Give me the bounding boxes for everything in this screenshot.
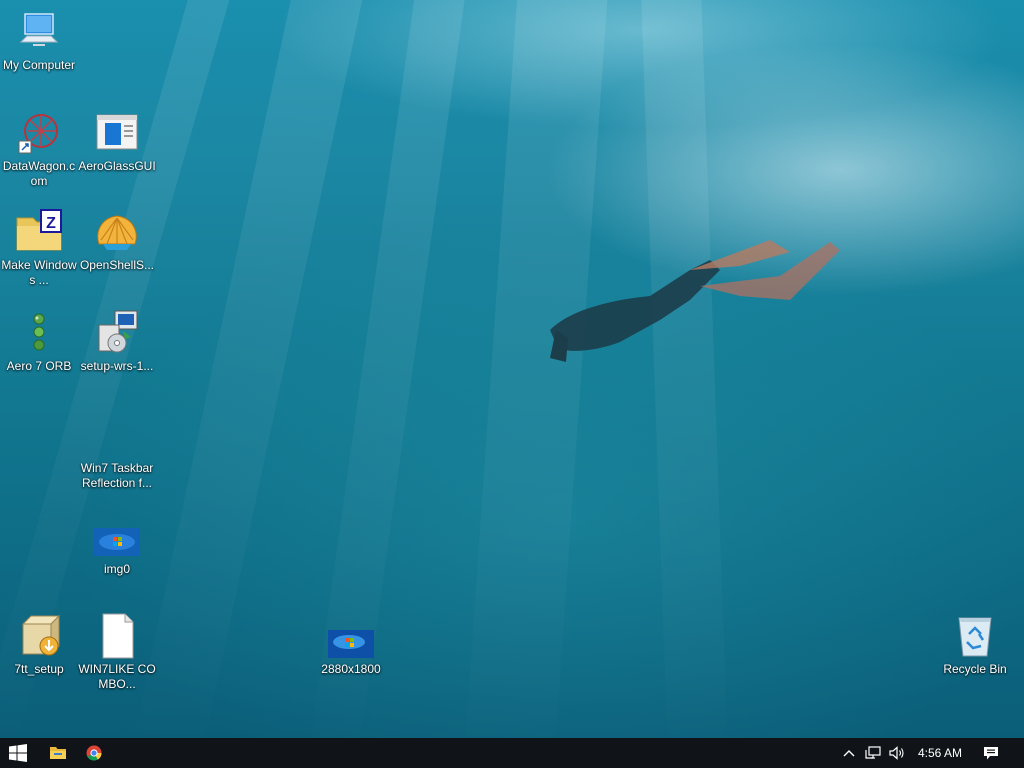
image-thumbnail-icon [327,612,375,660]
desktop-icon-aeroglassgui[interactable]: AeroGlassGUI [78,109,156,174]
document-file-icon [93,612,141,660]
desktop-icon-img0[interactable]: img0 [78,512,156,577]
icon-label: DataWagon.com [2,159,76,188]
start-button[interactable] [0,738,36,768]
taskbar-chrome[interactable] [76,738,112,768]
datawagon-logo-icon [15,109,63,157]
icon-label: 7tt_setup [14,662,64,676]
blank-file-icon [93,411,141,459]
zip-folder-icon: Z [15,208,63,256]
desktop-icon-recycle-bin[interactable]: Recycle Bin [936,612,1014,677]
orb-stack-icon [15,309,63,357]
desktop-icon-setup-wrs[interactable]: setup-wrs-1... [78,309,156,374]
desktop-icon-win7-taskbar[interactable]: Win7 Taskbar Reflection f... [78,411,156,491]
windows-logo-icon [9,744,27,762]
icon-label: Aero 7 ORB [6,359,72,373]
icon-label: My Computer [2,58,76,72]
chevron-up-icon [843,750,855,757]
seashell-icon [93,208,141,256]
icon-label: 2880x1800 [321,662,381,676]
desktop-wallpaper: My Computer DataWagon.com AeroGlassGUI Z… [0,0,1024,738]
tray-network-button[interactable] [862,738,884,768]
recycle-bin-icon [951,612,999,660]
icon-label: WIN7LIKE COMBO... [78,662,156,691]
icon-label: Make Windows ... [1,258,77,287]
network-icon [865,746,881,759]
image-thumbnail-icon [93,512,141,560]
desktop-icon-aero7orb[interactable]: Aero 7 ORB [0,309,78,374]
icon-label: Win7 Taskbar Reflection f... [80,461,154,490]
action-center-button[interactable] [976,738,1006,768]
setup-box-icon [15,612,63,660]
icon-label: OpenShellS... [79,258,155,272]
icon-label: setup-wrs-1... [80,359,154,373]
desktop-icon-openshell[interactable]: OpenShellS... [78,208,156,273]
notification-icon [984,746,998,759]
taskbar-file-explorer[interactable] [40,738,76,768]
icon-label: AeroGlassGUI [78,159,156,173]
taskbar: 4:56 AM [0,738,1024,768]
desktop-icon-my-computer[interactable]: My Computer [0,8,78,73]
icon-label: img0 [103,562,130,576]
folder-icon [50,747,66,759]
tray-volume-button[interactable] [886,738,908,768]
volume-icon [889,746,904,760]
desktop-icon-2880x1800[interactable]: 2880x1800 [312,612,390,677]
application-window-icon [93,109,141,157]
diver-image [550,240,840,362]
svg-text:Z: Z [46,215,56,232]
desktop-icon-make-windows[interactable]: Z Make Windows ... [0,208,78,288]
installer-icon [93,309,141,357]
desktop-icon-datawagon[interactable]: DataWagon.com [0,109,78,189]
icon-label: Recycle Bin [943,662,1007,676]
taskbar-clock[interactable]: 4:56 AM [912,738,968,768]
clock-time: 4:56 AM [917,746,963,760]
chrome-icon [86,745,102,761]
tray-overflow-button[interactable] [840,738,858,768]
desktop-icon-7tt-setup[interactable]: 7tt_setup [0,612,78,677]
desktop-icon-win7like[interactable]: WIN7LIKE COMBO... [78,612,156,692]
computer-icon [15,8,63,56]
